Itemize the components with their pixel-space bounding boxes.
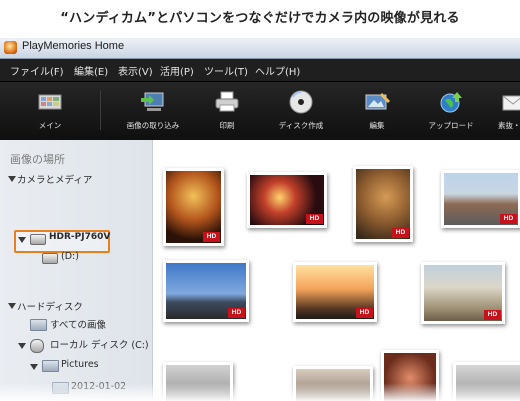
- sidebar-section-camera[interactable]: カメラとメディア: [17, 172, 92, 186]
- toolbar-disc-label: ディスク作成: [278, 121, 324, 130]
- expand-triangle-icon[interactable]: [30, 364, 38, 370]
- hd-badge: HD: [203, 232, 220, 242]
- thumbnail-sunset-tower[interactable]: HD: [293, 262, 377, 322]
- sidebar-header: 画像の場所: [10, 153, 65, 166]
- edit-icon: [365, 92, 391, 110]
- toolbar-print-button[interactable]: 印刷: [192, 86, 262, 136]
- sidebar-section-hdd[interactable]: ハードディスク: [17, 299, 83, 313]
- thumbnail-grid: HD HD HD HD HD HD HD: [153, 140, 520, 401]
- hd-badge: HD: [356, 308, 373, 318]
- toolbar-upload-label: アップロード: [428, 121, 474, 130]
- toolbar-edit-button[interactable]: 編集: [342, 86, 412, 136]
- thumbnail-night-tree[interactable]: HD: [163, 168, 224, 246]
- thumbnail-fireworks[interactable]: HD: [247, 172, 327, 228]
- menu-bar: ファイル(F) 編集(E) 表示(V) 活用(P) ツール(T) ヘルプ(H): [0, 59, 520, 82]
- globe-upload-icon: [440, 92, 462, 113]
- menu-tools[interactable]: ツール(T): [204, 63, 248, 78]
- folder-icon: [42, 360, 59, 372]
- hd-badge: HD: [306, 214, 323, 224]
- toolbar-mail-label: 素抜・メ: [498, 121, 520, 130]
- bottom-fade: [0, 383, 520, 401]
- toolbar-main-button[interactable]: メイン: [15, 86, 85, 136]
- printer-icon: [215, 91, 239, 112]
- toolbar-mail-button[interactable]: 素抜・メ: [478, 86, 520, 136]
- sidebar: 画像の場所 カメラとメディア HDR-PJ760V (D:) ハードディスク す…: [0, 140, 153, 401]
- hard-disk-icon: [30, 339, 44, 353]
- sidebar-item-device[interactable]: HDR-PJ760V: [49, 232, 110, 242]
- sidebar-item-all-images[interactable]: すべての画像: [50, 317, 106, 331]
- hd-badge: HD: [392, 228, 409, 238]
- page-caption: “ハンディカム”とパソコンをつなぐだけでカメラ内の映像が見れる: [60, 11, 460, 26]
- expand-triangle-icon[interactable]: [18, 343, 26, 349]
- toolbar: メイン 画像の取り込み 印刷 ディスク作成 編集 アップロード 素抜・: [0, 82, 520, 140]
- thumbnail-dog[interactable]: HD: [353, 166, 413, 242]
- menu-edit[interactable]: 編集(E): [74, 63, 108, 78]
- hd-badge: HD: [484, 310, 501, 320]
- hd-badge: HD: [228, 308, 245, 318]
- main-icon: [38, 94, 62, 110]
- disc-icon: [289, 90, 313, 114]
- title-bar: PlayMemories Home: [0, 38, 520, 59]
- sidebar-item-pictures[interactable]: Pictures: [61, 359, 99, 370]
- import-icon: [141, 92, 164, 111]
- expand-triangle-icon[interactable]: [18, 237, 26, 243]
- camera-drive-icon: [30, 234, 46, 245]
- toolbar-main-label: メイン: [38, 121, 62, 130]
- menu-utilize[interactable]: 活用(P): [160, 63, 194, 78]
- drive-icon: [42, 253, 58, 264]
- menu-help[interactable]: ヘルプ(H): [255, 63, 300, 78]
- thumbnail-alpaca[interactable]: HD: [421, 262, 505, 324]
- toolbar-upload-button[interactable]: アップロード: [416, 86, 486, 136]
- hd-badge: HD: [500, 214, 517, 224]
- toolbar-import-label: 画像の取り込み: [126, 121, 180, 130]
- toolbar-import-button[interactable]: 画像の取り込み: [118, 86, 188, 136]
- toolbar-edit-label: 編集: [369, 121, 385, 130]
- thumbnail-bridge[interactable]: HD: [163, 260, 249, 322]
- expand-triangle-icon[interactable]: [8, 176, 16, 182]
- window-title: PlayMemories Home: [22, 40, 125, 52]
- app-window: PlayMemories Home ファイル(F) 編集(E) 表示(V) 活用…: [0, 38, 520, 401]
- menu-file[interactable]: ファイル(F): [10, 63, 64, 78]
- menu-view[interactable]: 表示(V): [118, 63, 153, 78]
- thumbnail-building[interactable]: HD: [441, 170, 520, 228]
- sidebar-item-local-disk[interactable]: ローカル ディスク (C:): [50, 337, 149, 351]
- toolbar-disc-button[interactable]: ディスク作成: [266, 86, 336, 136]
- mail-icon: [502, 95, 520, 111]
- all-images-icon: [30, 319, 47, 331]
- app-logo-icon: [4, 41, 17, 54]
- toolbar-separator: [100, 90, 101, 130]
- toolbar-print-label: 印刷: [219, 121, 235, 130]
- sidebar-item-drive-d[interactable]: (D:): [61, 251, 79, 262]
- expand-triangle-icon[interactable]: [8, 303, 16, 309]
